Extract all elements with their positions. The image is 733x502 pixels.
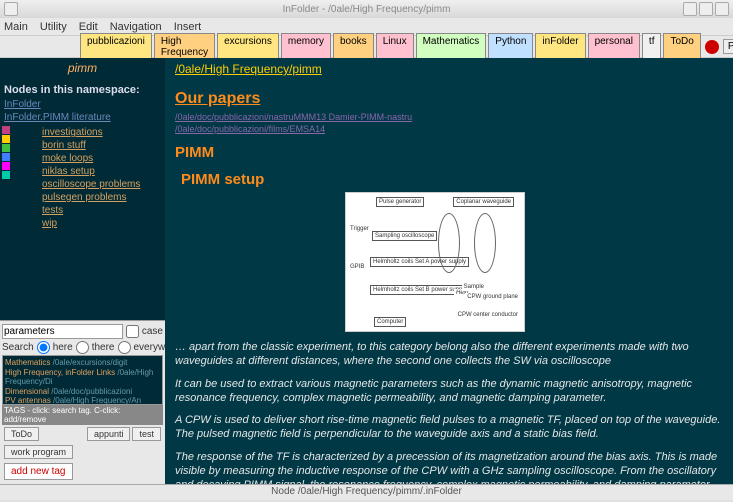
scope-there-radio[interactable] xyxy=(76,341,89,354)
diagram-pulse-generator: Pulse generator xyxy=(376,197,424,207)
color-swatches xyxy=(0,124,12,232)
search-results[interactable]: Mathematics /0ale/excursions/digitHigh F… xyxy=(2,355,163,405)
pimm-setup-diagram: Pulse generator Coplanar waveguide Trigg… xyxy=(345,192,525,332)
tag-books[interactable]: books xyxy=(333,33,374,61)
paragraph-2: It can be used to extract various magnet… xyxy=(175,377,723,406)
tag-personal[interactable]: personal xyxy=(588,33,640,61)
diagram-gpib: GPIB xyxy=(348,263,366,271)
menu-insert[interactable]: Insert xyxy=(174,21,202,33)
menu-utility[interactable]: Utility xyxy=(40,21,67,33)
add-new-tag-button[interactable]: add new tag xyxy=(4,463,73,480)
node-link[interactable]: pulsegen problems xyxy=(42,191,140,204)
maximize-button[interactable] xyxy=(699,2,713,16)
toolbar: pubblicazioniHigh Frequencyexcursionsmem… xyxy=(0,36,733,58)
node-link[interactable]: wip xyxy=(42,217,140,230)
diagram-coplanar-waveguide: Coplanar waveguide xyxy=(453,197,514,207)
tag-row: pubblicazioniHigh Frequencyexcursionsmem… xyxy=(80,33,701,61)
nodes-heading: Nodes in this namespace: xyxy=(0,78,165,98)
result-row[interactable]: Dimensional /0ale/doc/pubblicazioni xyxy=(5,387,160,397)
window-menu-button[interactable] xyxy=(4,2,18,16)
tag-mathematics[interactable]: Mathematics xyxy=(416,33,487,61)
tag-btn-work-program[interactable]: work program xyxy=(4,445,73,459)
tag-btn-test[interactable]: test xyxy=(132,427,161,441)
there-label: there xyxy=(92,342,115,353)
close-button[interactable] xyxy=(715,2,729,16)
color-swatch[interactable] xyxy=(2,135,10,143)
paper-link-1[interactable]: /0ale/doc/pubblicazioni/nastruMMM13 Dami… xyxy=(175,112,723,122)
paragraph-4: The response of the TF is characterized … xyxy=(175,450,723,484)
minimize-button[interactable] xyxy=(683,2,697,16)
diagram-sample: Sample xyxy=(462,283,486,291)
tag-memory[interactable]: memory xyxy=(281,33,331,61)
window-titlebar: InFolder - /0ale/High Frequency/pimm xyxy=(0,0,733,18)
diagram-center: CPW center conductor xyxy=(456,311,520,319)
diagram-sampling-oscilloscope: Sampling oscilloscope xyxy=(372,231,437,241)
tags-strip: TAGS - click: search tag. C-click: add/r… xyxy=(2,405,163,425)
breadcrumb[interactable]: /0ale/High Frequency/pimm xyxy=(175,62,322,76)
node-link[interactable]: investigations xyxy=(42,126,140,139)
menu-navigation[interactable]: Navigation xyxy=(110,21,162,33)
heading-pimm: PIMM xyxy=(175,144,723,161)
menu-main[interactable]: Main xyxy=(4,21,28,33)
result-row[interactable]: PV antennas /0ale/High Frequency/An xyxy=(5,396,160,405)
scope-everywhere-radio[interactable] xyxy=(118,341,131,354)
node-link[interactable]: moke loops xyxy=(42,152,140,165)
content-pane: /0ale/High Frequency/pimm Our papers /0a… xyxy=(165,58,733,484)
result-row[interactable]: High Frequency, inFolder Links /0ale/Hig… xyxy=(5,368,160,387)
color-swatch[interactable] xyxy=(2,153,10,161)
diagram-ground: CPW ground plane xyxy=(465,293,520,301)
tag-high-frequency[interactable]: High Frequency xyxy=(154,33,215,61)
node-link[interactable]: borin stuff xyxy=(42,139,140,152)
case-checkbox[interactable] xyxy=(126,325,139,338)
ns-link[interactable]: InFolder.PIMM literature xyxy=(0,111,165,124)
node-link[interactable]: niklas setup xyxy=(42,165,140,178)
record-icon[interactable] xyxy=(705,40,719,54)
tag-linux[interactable]: Linux xyxy=(376,33,414,61)
scope-here-radio[interactable] xyxy=(37,341,50,354)
paragraph-3: A CPW is used to deliver short rise-time… xyxy=(175,413,723,442)
menu-edit[interactable]: Edit xyxy=(79,21,98,33)
case-label: case xyxy=(142,326,163,337)
tag-infolder[interactable]: inFolder xyxy=(535,33,585,61)
tag-todo[interactable]: ToDo xyxy=(663,33,700,61)
statusbar: Node /0ale/High Frequency/pimm/.inFolder xyxy=(0,484,733,500)
tag-btn-appunti[interactable]: appunti xyxy=(87,427,131,441)
heading-our-papers: Our papers xyxy=(175,90,723,108)
window-title: InFolder - /0ale/High Frequency/pimm xyxy=(283,4,451,15)
parameters-input[interactable] xyxy=(2,324,123,339)
ns-link[interactable]: InFolder xyxy=(0,98,165,111)
tag-btn-todo[interactable]: ToDo xyxy=(4,427,39,441)
tag-excursions[interactable]: excursions xyxy=(217,33,279,61)
color-swatch[interactable] xyxy=(2,126,10,134)
tag-pubblicazioni[interactable]: pubblicazioni xyxy=(80,33,152,61)
color-swatch[interactable] xyxy=(2,162,10,170)
search-label: Search xyxy=(2,342,34,353)
tag-tf[interactable]: tf xyxy=(642,33,662,61)
sidebar: pimm Nodes in this namespace: InFolder I… xyxy=(0,58,165,484)
search-area: case Search here there everywhere Mathem… xyxy=(0,320,165,484)
node-list: investigationsborin stuffmoke loopsnikla… xyxy=(12,124,144,232)
here-label: here xyxy=(53,342,73,353)
tag-python[interactable]: Python xyxy=(488,33,533,61)
pp-button[interactable]: PP xyxy=(723,39,733,54)
sidebar-title: pimm xyxy=(0,58,165,78)
diagram-trigger: Trigger xyxy=(348,225,371,233)
paper-link-2[interactable]: /0ale/doc/pubblicazioni/films/EMSA14 xyxy=(175,124,723,134)
result-row[interactable]: Mathematics /0ale/excursions/digit xyxy=(5,358,160,368)
status-text: Node /0ale/High Frequency/pimm/.inFolder xyxy=(271,486,462,497)
heading-pimm-setup: PIMM setup xyxy=(181,171,723,188)
node-link[interactable]: oscilloscope problems xyxy=(42,178,140,191)
node-link[interactable]: tests xyxy=(42,204,140,217)
paragraph-1: … apart from the classic experiment, to … xyxy=(175,340,723,369)
color-swatch[interactable] xyxy=(2,144,10,152)
color-swatch[interactable] xyxy=(2,171,10,179)
diagram-computer: Computer xyxy=(374,317,406,327)
